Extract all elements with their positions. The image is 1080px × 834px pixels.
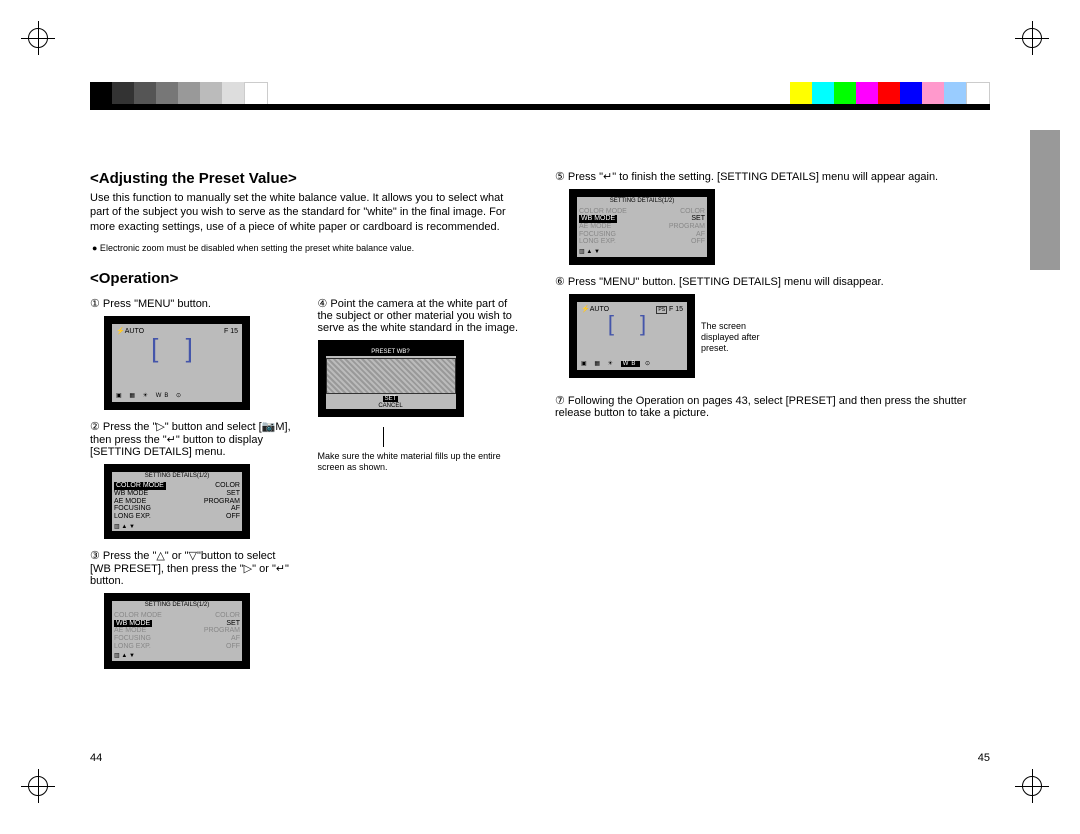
- lcd-screen-5: SETTING DETAILS(1/2) COLOR MODE COLOR WB …: [569, 189, 715, 265]
- intro-paragraph: Use this function to manually set the wh…: [90, 191, 525, 234]
- step-3: ③ Press the "△" or "▽"button to select […: [90, 549, 298, 587]
- step-7: ⑦ Following the Operation on pages 43, s…: [555, 394, 990, 419]
- lcd-row-label: WB MODE: [114, 620, 152, 628]
- lcd-menu-title: SETTING DETAILS(1/2): [577, 197, 707, 206]
- page-number-left: 44: [90, 752, 102, 764]
- page-number-right: 45: [978, 752, 990, 764]
- lcd-row-label: LONG EXP.: [114, 513, 151, 521]
- lcd-row-val: PROGRAM: [204, 498, 240, 506]
- lcd-row-label: WB MODE: [579, 215, 617, 223]
- lcd-row-label: FOCUSING: [114, 505, 151, 513]
- lcd-row-label: FOCUSING: [579, 231, 616, 239]
- lcd-menu-title: SETTING DETAILS(1/2): [112, 601, 242, 610]
- section-title-operation: <Operation>: [90, 270, 525, 287]
- lcd-row-val: AF: [231, 505, 240, 513]
- lcd-row-label: AE MODE: [114, 627, 146, 635]
- lcd-row-label: COLOR MODE: [114, 612, 162, 620]
- step-2: ② Press the "▷" button and select [📷M], …: [90, 420, 298, 458]
- lcd-row-label: LONG EXP.: [579, 238, 616, 246]
- lcd-f-label: F 15: [224, 328, 238, 336]
- lcd-row-label: AE MODE: [579, 223, 611, 231]
- lcd-cancel-label: CANCEL: [378, 403, 402, 409]
- lcd-row-label: FOCUSING: [114, 635, 151, 643]
- lcd-auto-label: ⚡AUTO: [581, 306, 609, 314]
- crop-mark-icon: [1022, 776, 1052, 806]
- lcd-row-label: LONG EXP.: [114, 643, 151, 651]
- lcd-auto-label: ⚡AUTO: [116, 328, 144, 336]
- greyscale-bar: [90, 82, 268, 104]
- left-page: <Adjusting the Preset Value> Use this fu…: [90, 170, 525, 764]
- lcd-set-label: SET: [383, 396, 399, 402]
- lcd-row-val: OFF: [226, 643, 240, 651]
- crop-mark-icon: [1022, 28, 1052, 58]
- lcd-row-val: OFF: [226, 513, 240, 521]
- step-5: ⑤ Press "↵" to finish the setting. [SETT…: [555, 170, 990, 183]
- lcd-row-val: AF: [696, 231, 705, 239]
- lcd-row-label: COLOR MODE: [114, 482, 166, 490]
- lcd-bottom-icons: ▣ ▦ ☀ WB ⊙: [581, 361, 653, 368]
- gray-block: [1030, 130, 1060, 270]
- divider-bar: [90, 104, 990, 110]
- lcd-row-val: SET: [226, 620, 240, 628]
- lcd-brackets-icon: [ ]: [581, 313, 683, 335]
- lcd-preset-title: PRESET WB?: [326, 348, 456, 357]
- preset-hatched-area: [326, 358, 456, 394]
- step-4: ④ Point the camera at the white part of …: [318, 297, 526, 334]
- lcd-row-val: SET: [226, 490, 240, 498]
- right-page: ⑤ Press "↵" to finish the setting. [SETT…: [555, 170, 990, 764]
- step-1: ① Press "MENU" button.: [90, 297, 298, 310]
- lcd-row-val: OFF: [691, 238, 705, 246]
- lcd-row-val: AF: [231, 635, 240, 643]
- lcd-screen-2: SETTING DETAILS(1/2) COLOR MODE COLOR WB …: [104, 464, 250, 540]
- left-column-1: ① Press "MENU" button. ⚡AUTO F 15 [ ] ▣ ▦…: [90, 297, 298, 679]
- lcd-row-val: SET: [691, 215, 705, 223]
- step-6-sidenote: The screen displayed after preset.: [701, 321, 771, 353]
- lcd-row-val: COLOR: [680, 208, 705, 216]
- lcd-menu-title: SETTING DETAILS(1/2): [112, 472, 242, 481]
- section-title-adjusting: <Adjusting the Preset Value>: [90, 170, 525, 187]
- note-bullet: ● Electronic zoom must be disabled when …: [100, 243, 525, 254]
- lcd-brackets-icon: [ ]: [116, 335, 238, 361]
- lcd-screen-4: PRESET WB? SET CANCEL: [318, 340, 464, 418]
- lcd-row-label: WB MODE: [114, 490, 148, 498]
- lcd-screen-3: SETTING DETAILS(1/2) COLOR MODE COLOR WB …: [104, 593, 250, 669]
- lcd-screen-6: ⚡AUTOPS F 15 [ ] ▣ ▦ ☀ WB ⊙: [569, 294, 695, 378]
- crop-mark-icon: [28, 28, 58, 58]
- crop-mark-icon: [28, 776, 58, 806]
- lcd-row-val: PROGRAM: [204, 627, 240, 635]
- lcd-row-label: AE MODE: [114, 498, 146, 506]
- lcd-screen-1: ⚡AUTO F 15 [ ] ▣ ▦ ☀ WB ⊙: [104, 316, 250, 410]
- lcd-row-val: COLOR: [215, 612, 240, 620]
- lcd-bottom-icons: ▣ ▦ ☀ WB ⊙: [116, 393, 184, 400]
- color-bar: [790, 82, 990, 104]
- lcd-row-label: COLOR MODE: [579, 208, 627, 216]
- lcd-row-val: PROGRAM: [669, 223, 705, 231]
- left-column-2: ④ Point the camera at the white part of …: [318, 297, 526, 679]
- step-4-note: Make sure the white material fills up th…: [318, 451, 526, 473]
- step-6: ⑥ Press "MENU" button. [SETTING DETAILS]…: [555, 275, 990, 288]
- lcd-f-label: F 15: [669, 306, 683, 313]
- lcd-row-val: COLOR: [215, 482, 240, 490]
